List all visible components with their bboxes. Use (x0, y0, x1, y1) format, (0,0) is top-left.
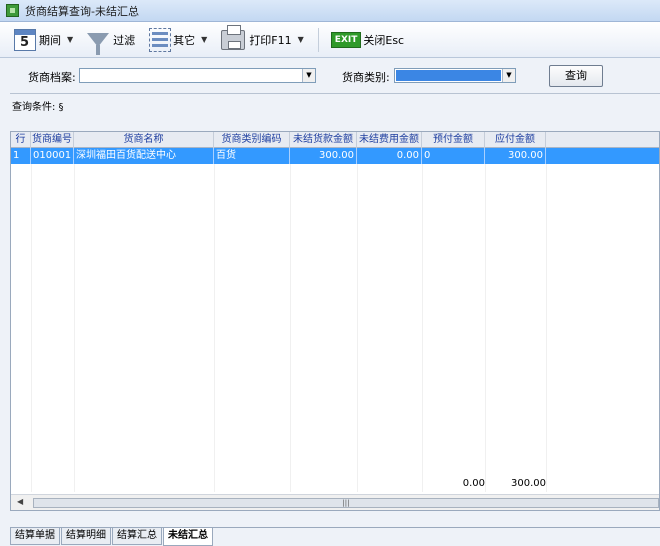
title-bar: 货商结算查询-未结汇总 (0, 0, 660, 22)
tab-settlement-docs[interactable]: 结算单据 (10, 528, 60, 545)
other-label: 其它 (173, 33, 196, 47)
conditions-text: 查询条件: § (12, 102, 64, 113)
vendor-label: 货商档案: (28, 71, 76, 84)
chevron-down-icon: ▼ (297, 35, 304, 44)
column-divider (546, 164, 547, 492)
vendor-select[interactable]: ▼ (79, 68, 316, 83)
total-unsettled-fee: 0.00 (462, 478, 485, 489)
tab-unsettled-summary[interactable]: 未结汇总 (163, 528, 213, 546)
cell-vendor-code: 010001 (31, 148, 74, 164)
col-header-category-code[interactable]: 货商类别编码 (214, 132, 290, 148)
conditions-area: 查询条件: § (10, 93, 660, 130)
col-header-unsettled-goods[interactable]: 未结货款金额 (290, 132, 357, 148)
table-row[interactable]: 1 010001 深圳福田百货配送中心 百货 300.00 0.00 0 300… (11, 148, 659, 164)
cell-unsettled-goods: 300.00 (290, 148, 357, 164)
category-label: 货商类别: (342, 71, 390, 84)
column-divider (214, 164, 215, 492)
scroll-left-icon[interactable]: ◀ (17, 497, 23, 506)
window-title: 货商结算查询-未结汇总 (25, 4, 139, 18)
category-select[interactable]: ▼ (394, 68, 516, 83)
chevron-down-icon: ▼ (201, 35, 208, 44)
print-label: 打印F11 (249, 33, 292, 47)
tab-settlement-summary[interactable]: 结算汇总 (112, 528, 162, 545)
column-divider (290, 164, 291, 492)
horizontal-scrollbar[interactable]: ◀ ||| (11, 494, 659, 510)
printer-icon (221, 24, 246, 50)
query-panel: 货商档案: ▼ 货商类别: ▼ 查询 (10, 61, 660, 93)
cell-unsettled-fee: 0.00 (357, 148, 422, 164)
total-payable: 300.00 (511, 478, 546, 489)
chevron-down-icon: ▼ (67, 35, 74, 44)
grid-header: 行 货商编号 货商名称 货商类别编码 未结货款金额 未结费用金额 预付金额 应付… (11, 132, 659, 148)
chevron-down-icon[interactable]: ▼ (302, 69, 315, 82)
totals-row: 0.00 300.00 (11, 478, 659, 492)
exit-icon: EXIT (330, 31, 362, 48)
data-grid: 行 货商编号 货商名称 货商类别编码 未结货款金额 未结费用金额 预付金额 应付… (10, 131, 660, 511)
cell-payable: 300.00 (485, 148, 546, 164)
col-header-unsettled-fee[interactable]: 未结费用金额 (357, 132, 422, 148)
col-header-vendor-code[interactable]: 货商编号 (31, 132, 74, 148)
filter-icon (87, 32, 110, 55)
col-header-prepaid[interactable]: 预付金额 (422, 132, 485, 148)
column-divider (31, 164, 32, 492)
close-label: 关闭Esc (363, 33, 405, 47)
bottom-tabs: 结算单据 结算明细 结算汇总 未结汇总 (10, 527, 660, 546)
filter-button[interactable]: 过滤 (83, 25, 139, 55)
column-divider (357, 164, 358, 492)
chevron-down-icon[interactable]: ▼ (502, 69, 515, 82)
cell-vendor-name: 深圳福田百货配送中心 (74, 148, 214, 164)
cell-category-code: 百货 (214, 148, 290, 164)
col-header-payable[interactable]: 应付金额 (485, 132, 546, 148)
period-button[interactable]: 5 期间 ▼ (10, 25, 77, 55)
tab-settlement-details[interactable]: 结算明细 (61, 528, 111, 545)
period-label: 期间 (39, 33, 61, 47)
filter-label: 过滤 (113, 33, 136, 47)
app-icon (6, 4, 19, 17)
cell-row-no: 1 (11, 148, 31, 164)
scrollbar-thumb[interactable]: ||| (33, 498, 659, 508)
other-button[interactable]: 其它 ▼ (145, 25, 211, 55)
toolbar: 5 期间 ▼ 过滤 其它 ▼ 打印F11 ▼ EXIT 关闭Esc (0, 22, 660, 58)
column-divider (422, 164, 423, 492)
print-button[interactable]: 打印F11 ▼ (217, 24, 307, 55)
close-button[interactable]: EXIT 关闭Esc (327, 25, 408, 55)
column-divider (74, 164, 75, 492)
category-selection-highlight (396, 70, 501, 81)
calendar-icon: 5 (14, 28, 36, 51)
search-button[interactable]: 查询 (549, 65, 603, 87)
col-header-row-no[interactable]: 行 (11, 132, 31, 148)
toolbar-divider (317, 27, 319, 52)
column-divider (485, 164, 486, 492)
list-icon (149, 27, 172, 52)
cell-prepaid: 0 (422, 148, 485, 164)
col-header-vendor-name[interactable]: 货商名称 (74, 132, 214, 148)
